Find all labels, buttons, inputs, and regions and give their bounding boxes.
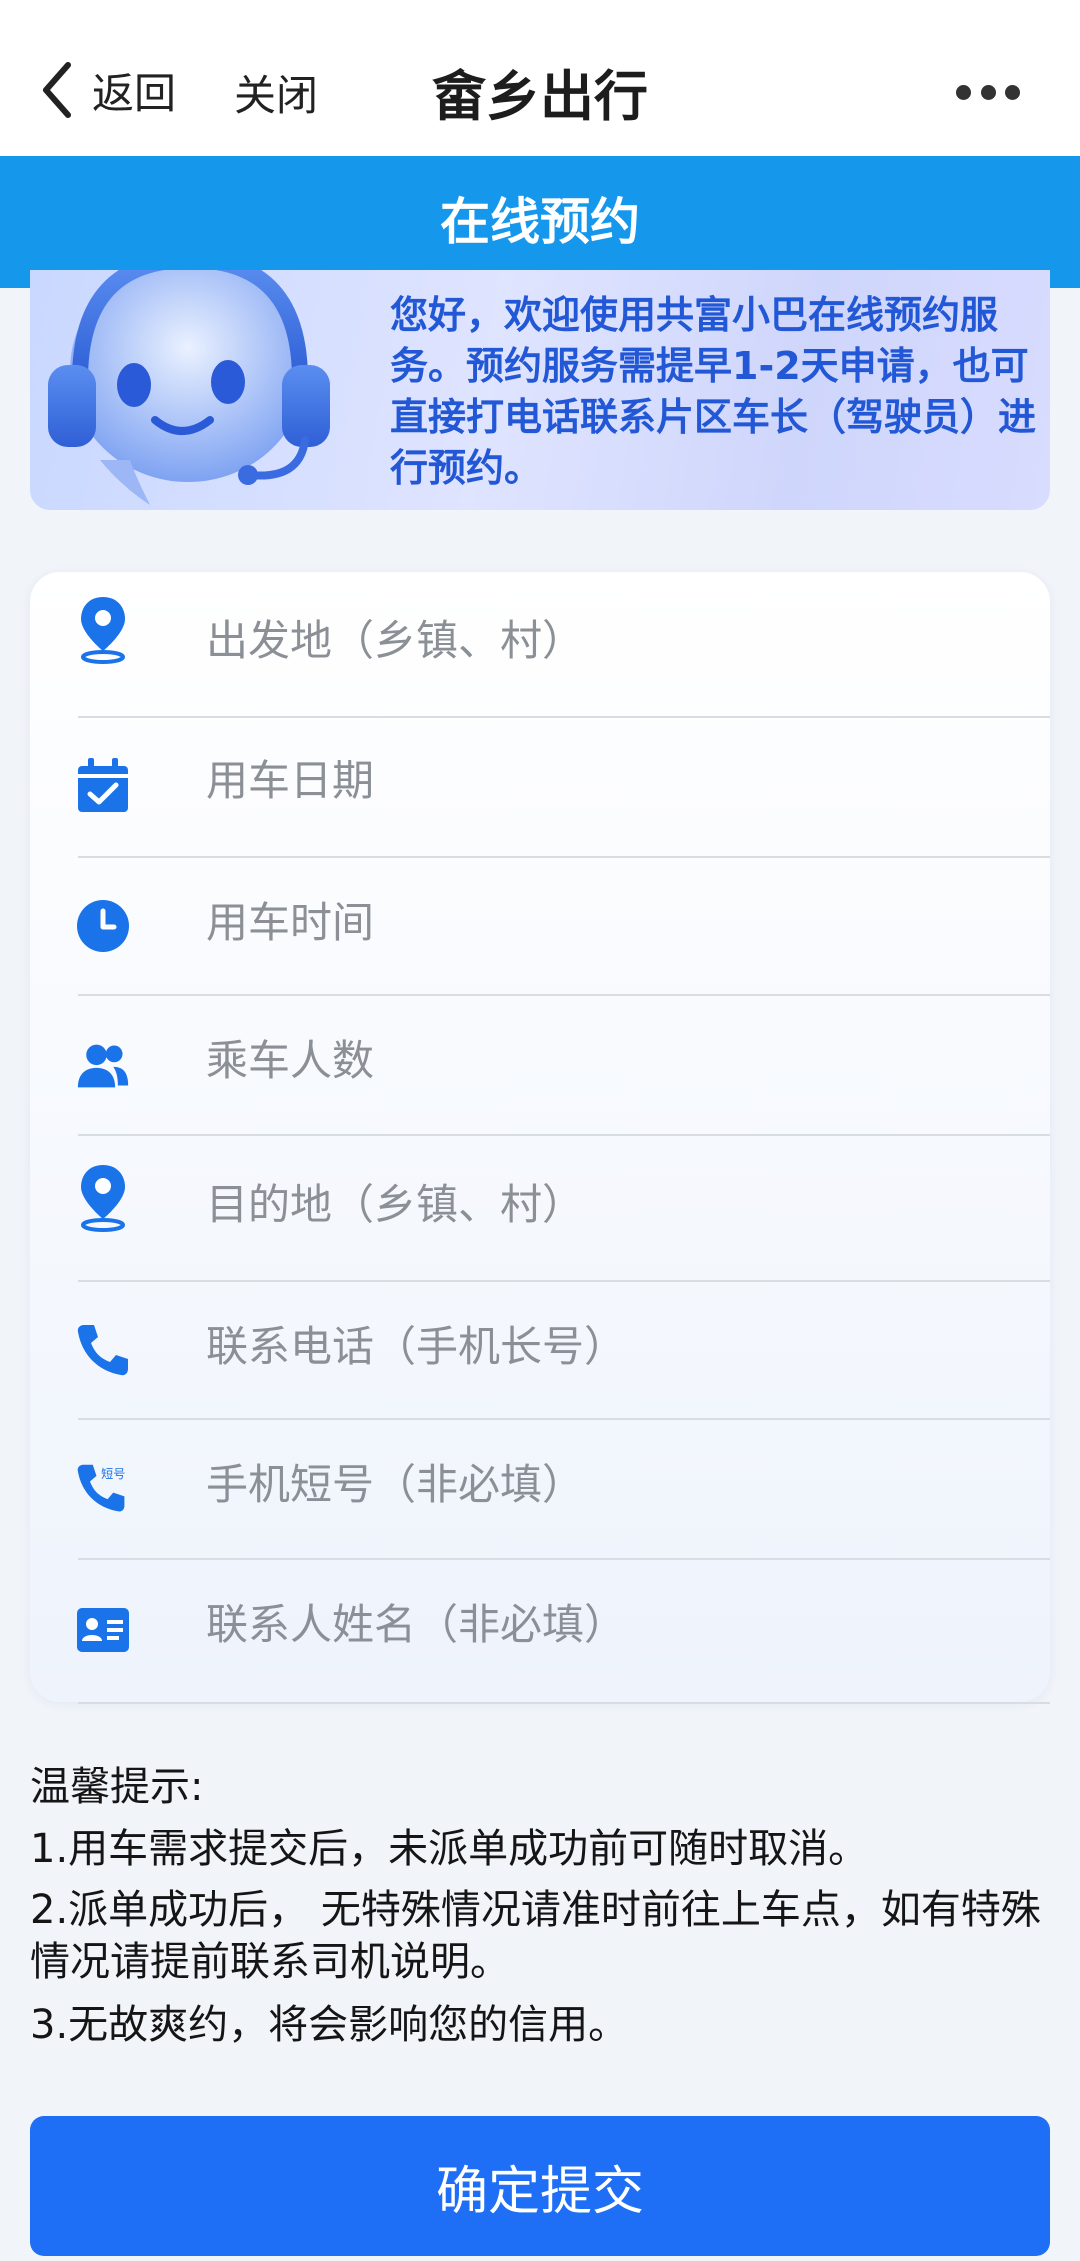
short-number-input[interactable] [206, 1460, 1006, 1509]
phone-input[interactable] [206, 1322, 1006, 1371]
booking-form: 短号 [30, 572, 1050, 1702]
tip-item-1: 1.用车需求提交后，未派单成功前可随时取消。 [30, 1826, 869, 1872]
people-icon [76, 1036, 130, 1096]
short-number-icon-text: 短号 [101, 1467, 125, 1481]
form-row-contact-name[interactable] [30, 1560, 1050, 1702]
tip-item-3: 3.无故爽约，将会影响您的信用。 [30, 2002, 629, 2048]
contact-name-input[interactable] [206, 1600, 1006, 1649]
passenger-count-input[interactable] [206, 1036, 1006, 1085]
contact-card-icon [76, 1600, 130, 1660]
tip-item-2: 2.派单成功后， 无特殊情况请准时前往上车点，如有特殊情况请提前联系司机说明。 [30, 1887, 1041, 1985]
banner-message: 您好，欢迎使用共富小巴在线预约服务。预约服务需提早1-2天申请，也可直接打电话联… [390, 293, 1037, 490]
form-row-destination[interactable] [30, 1136, 1050, 1282]
welcome-banner: 您好，欢迎使用共富小巴在线预约服务。预约服务需提早1-2天申请，也可直接打电话联… [30, 270, 1050, 510]
location-pin-icon [76, 1165, 130, 1232]
destination-input[interactable] [206, 1180, 1006, 1229]
form-row-time[interactable] [30, 858, 1050, 996]
form-row-short-number[interactable]: 短号 [30, 1420, 1050, 1560]
clock-icon [76, 896, 130, 956]
form-row-passengers[interactable] [30, 996, 1050, 1136]
calendar-icon [76, 756, 130, 816]
location-pin-icon [76, 597, 130, 664]
mascot-assistant-icon [48, 270, 330, 505]
phone-short-number-icon: 短号 [76, 1458, 130, 1518]
tips-section: 温馨提示: 1.用车需求提交后，未派单成功前可随时取消。 2.派单成功后， 无特… [30, 1756, 1050, 2056]
form-row-phone[interactable] [30, 1282, 1050, 1420]
divider [78, 1702, 1050, 1704]
form-row-departure[interactable] [30, 572, 1050, 718]
form-row-date[interactable] [30, 718, 1050, 858]
tips-heading: 温馨提示: [30, 1764, 204, 1810]
time-input[interactable] [206, 898, 1006, 947]
more-dots-icon[interactable] [956, 82, 1020, 102]
section-title: 在线预约 [0, 156, 1080, 288]
phone-icon [76, 1320, 130, 1380]
app-title: 畲乡出行 [432, 65, 648, 128]
submit-button[interactable]: 确定提交 [30, 2116, 1050, 2256]
departure-input[interactable] [206, 616, 1006, 665]
date-input[interactable] [206, 756, 1006, 805]
top-bar: 返回 关闭 畲乡出行 [0, 0, 1080, 156]
